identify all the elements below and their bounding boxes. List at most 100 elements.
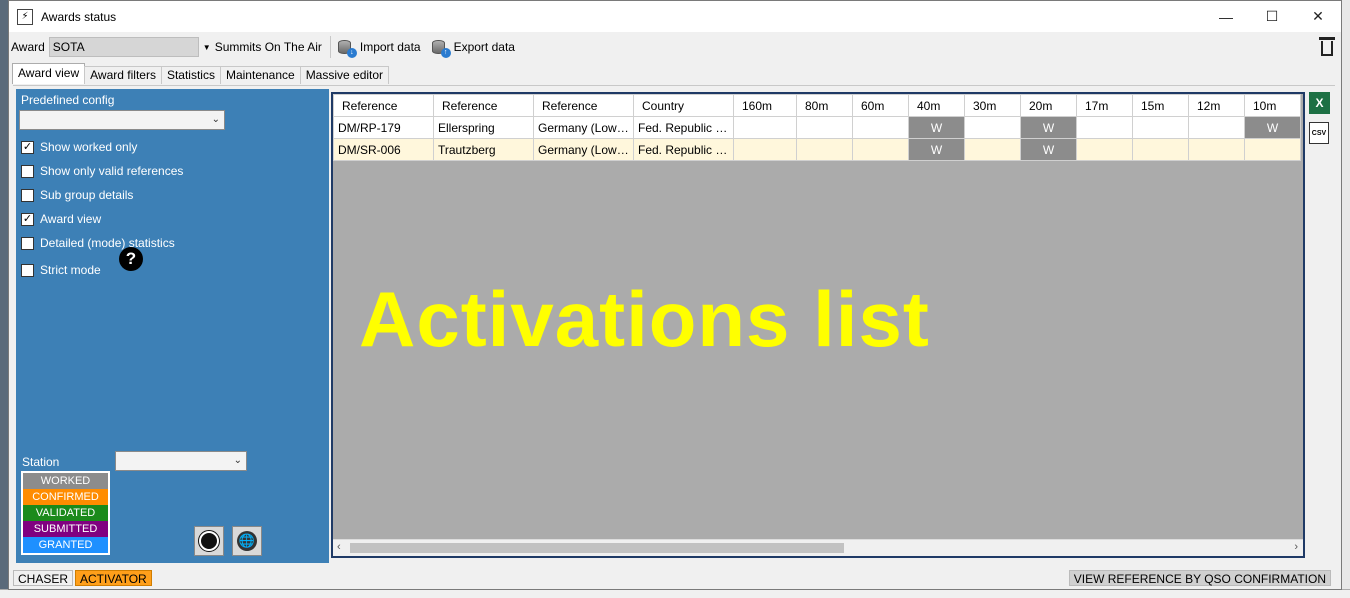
scrollbar-thumb[interactable] <box>350 543 844 553</box>
checkbox[interactable]: ✓ <box>21 140 34 154</box>
table-cell[interactable]: Germany (Low… <box>533 138 634 161</box>
awards-status-window: ⚡ Awards status — ☐ ✕ Award SOTA ▼ Summi… <box>8 0 1342 590</box>
export-data-label: Export data <box>453 40 515 54</box>
map-button[interactable]: 🌐 <box>232 526 262 556</box>
worked-cell[interactable]: W <box>908 138 965 161</box>
tab-bar: Award view Award filters Statistics Main… <box>9 62 1341 84</box>
option-sub-group-details[interactable]: Sub group details <box>21 188 133 202</box>
import-data-button[interactable]: ↓ Import data <box>337 38 421 58</box>
table-cell[interactable]: Ellerspring <box>433 116 534 139</box>
table-cell[interactable] <box>964 116 1021 139</box>
title-bar[interactable]: ⚡ Awards status — ☐ ✕ <box>9 1 1341 32</box>
table-cell[interactable] <box>1132 138 1189 161</box>
export-data-button[interactable]: ↑ Export data <box>431 38 515 58</box>
desktop-background-bottom <box>0 589 1350 598</box>
activations-grid: Reference Reference Reference Country 16… <box>331 92 1305 558</box>
award-select[interactable]: SOTA <box>48 37 199 57</box>
station-label: Station <box>22 455 60 469</box>
horizontal-scrollbar[interactable]: ‹ › <box>333 539 1303 556</box>
view-reference-by-qso-confirmation-button[interactable]: VIEW REFERENCE BY QSO CONFIRMATION <box>1068 570 1331 586</box>
table-row[interactable]: DM/RP-179 Ellerspring Germany (Low… Fed.… <box>333 116 1301 139</box>
predefined-config-select[interactable]: ⌄ <box>19 110 225 130</box>
award-view-content: Predefined config ⌄ ✓ Show worked only S… <box>13 85 1335 567</box>
checkbox[interactable] <box>21 236 34 250</box>
column-header[interactable]: Country <box>633 94 734 117</box>
tab-maintenance[interactable]: Maintenance <box>219 66 301 84</box>
table-row[interactable]: DM/SR-006 Trautzberg Germany (Low… Fed. … <box>333 138 1301 161</box>
table-cell[interactable] <box>1132 116 1189 139</box>
chevron-down-icon[interactable]: ▼ <box>203 43 211 52</box>
toolbar-separator <box>329 36 331 58</box>
checkbox[interactable]: ✓ <box>21 212 34 226</box>
column-header[interactable]: 40m <box>908 94 965 117</box>
checkbox[interactable] <box>21 164 34 178</box>
table-cell[interactable] <box>733 138 797 161</box>
table-cell[interactable] <box>1076 138 1133 161</box>
window-controls: — ☐ ✕ <box>1203 1 1341 32</box>
scroll-right-icon[interactable]: › <box>1294 541 1298 553</box>
worked-cell[interactable]: W <box>1020 116 1077 139</box>
help-icon[interactable]: ? <box>119 247 143 271</box>
excel-export-icon[interactable]: X <box>1309 92 1330 114</box>
table-cell[interactable] <box>796 116 853 139</box>
worked-cell[interactable]: W <box>908 116 965 139</box>
checkbox[interactable] <box>21 188 34 202</box>
award-label: Award <box>11 40 45 54</box>
table-cell[interactable] <box>733 116 797 139</box>
option-award-view[interactable]: ✓ Award view <box>21 212 101 226</box>
table-cell[interactable] <box>852 138 909 161</box>
column-header[interactable]: Reference <box>533 94 634 117</box>
antenna-icon: ⚡ <box>17 8 33 25</box>
maximize-button[interactable]: ☐ <box>1249 1 1295 32</box>
checkbox[interactable] <box>21 263 34 277</box>
table-cell[interactable] <box>1244 138 1301 161</box>
table-cell[interactable]: Fed. Republic … <box>633 138 734 161</box>
option-strict-mode[interactable]: Strict mode <box>21 263 101 277</box>
tab-statistics[interactable]: Statistics <box>160 66 221 84</box>
tab-award-filters[interactable]: Award filters <box>84 66 162 84</box>
close-button[interactable]: ✕ <box>1295 1 1341 32</box>
scroll-left-icon[interactable]: ‹ <box>337 541 341 553</box>
column-header[interactable]: 160m <box>733 94 797 117</box>
minimize-button[interactable]: — <box>1203 1 1249 32</box>
table-cell[interactable] <box>796 138 853 161</box>
trash-icon[interactable] <box>1319 37 1335 57</box>
refresh-button[interactable] <box>194 526 224 556</box>
column-header[interactable]: Reference <box>333 94 434 117</box>
column-header[interactable]: 60m <box>852 94 909 117</box>
table-cell[interactable]: DM/SR-006 <box>333 138 434 161</box>
table-cell[interactable]: Fed. Republic … <box>633 116 734 139</box>
table-cell[interactable] <box>964 138 1021 161</box>
column-header[interactable]: 15m <box>1132 94 1189 117</box>
tab-award-view[interactable]: Award view <box>12 63 86 84</box>
tab-massive-editor[interactable]: Massive editor <box>299 66 390 84</box>
column-header[interactable]: 80m <box>796 94 853 117</box>
column-header[interactable]: 30m <box>964 94 1021 117</box>
option-show-worked-only[interactable]: ✓ Show worked only <box>21 140 137 154</box>
table-cell[interactable] <box>1188 116 1245 139</box>
chaser-mode-button[interactable]: CHASER <box>13 570 74 586</box>
activator-mode-button[interactable]: ACTIVATOR <box>75 570 152 586</box>
option-label: Sub group details <box>40 188 134 202</box>
globe-icon: 🌐 <box>237 531 257 551</box>
table-cell[interactable]: Trautzberg <box>433 138 534 161</box>
csv-export-icon[interactable]: CSV <box>1309 122 1329 144</box>
table-cell[interactable]: Germany (Low… <box>533 116 634 139</box>
table-cell[interactable]: DM/RP-179 <box>333 116 434 139</box>
table-cell[interactable] <box>852 116 909 139</box>
option-label: Award view <box>40 212 102 226</box>
activations-table: Reference Reference Reference Country 16… <box>333 94 1301 161</box>
table-cell[interactable] <box>1188 138 1245 161</box>
column-header[interactable]: Reference <box>433 94 534 117</box>
worked-cell[interactable]: W <box>1020 138 1077 161</box>
database-import-icon: ↓ <box>337 38 357 58</box>
worked-cell[interactable]: W <box>1244 116 1301 139</box>
station-select[interactable]: ⌄ <box>115 451 247 471</box>
option-detailed-mode-statistics[interactable]: Detailed (mode) statistics <box>21 236 175 250</box>
column-header[interactable]: 10m <box>1244 94 1301 117</box>
table-cell[interactable] <box>1076 116 1133 139</box>
column-header[interactable]: 20m <box>1020 94 1077 117</box>
option-show-only-valid-references[interactable]: Show only valid references <box>21 164 183 178</box>
column-header[interactable]: 12m <box>1188 94 1245 117</box>
column-header[interactable]: 17m <box>1076 94 1133 117</box>
